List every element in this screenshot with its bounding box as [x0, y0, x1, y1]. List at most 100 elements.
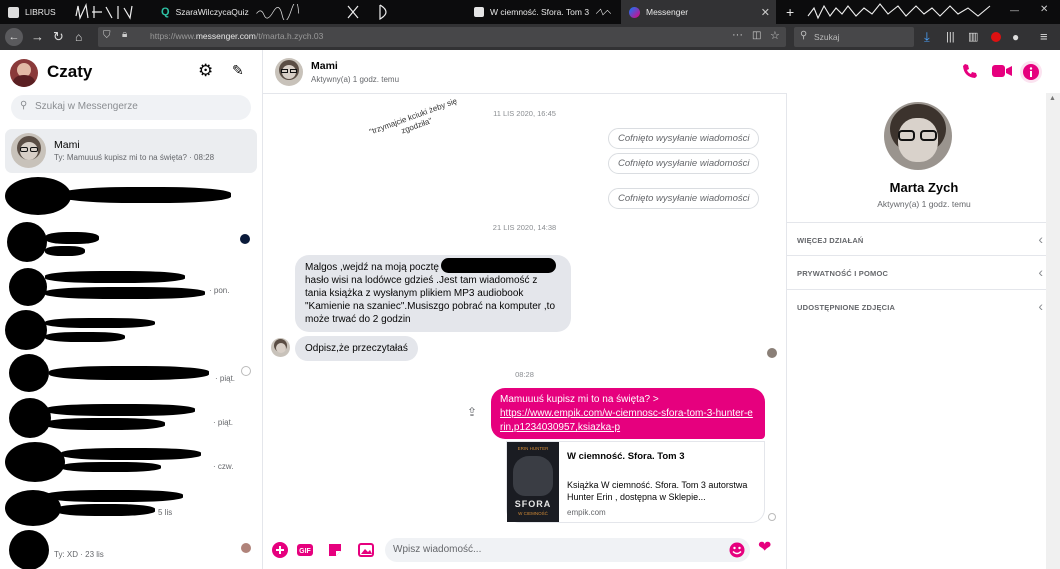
book-cover-image: ERIN HUNTER SFORA W CIEMNOŚĆ: [507, 442, 559, 522]
conversation-name: Mami: [54, 139, 80, 151]
tab-bar: LIBRUS Q SzaraWilczycaQuiz W ciemność. S…: [0, 0, 1060, 24]
svg-text:GIF: GIF: [299, 548, 311, 555]
messenger-favicon-icon: [629, 6, 640, 18]
share-icon[interactable]: ⇪: [467, 405, 477, 419]
conversation-item[interactable]: [5, 175, 257, 219]
library-icon[interactable]: |||: [946, 27, 955, 47]
lock-icon[interactable]: 🔒︎: [122, 29, 127, 40]
download-icon[interactable]: ⤓: [924, 27, 930, 47]
chevron-left-icon: ‹: [1038, 264, 1043, 280]
reload-button[interactable]: ↻: [53, 27, 64, 47]
incoming-message[interactable]: Odpisz,że przeczytałaś: [295, 336, 418, 361]
conversation-info-button[interactable]: [1020, 61, 1042, 83]
scribble-icon: [807, 3, 991, 20]
settings-gear-icon[interactable]: ⚙: [198, 61, 213, 81]
outgoing-message[interactable]: Mamuuuś kupisz mi to na święta? > https:…: [491, 388, 765, 439]
conversation-item[interactable]: · piąt.: [5, 352, 257, 396]
messenger-search-input[interactable]: ⚲ Szukaj w Messengerze: [11, 95, 251, 120]
conversation-item[interactable]: [5, 308, 257, 352]
url-bar[interactable]: ⛉ 🔒︎ https://www.messenger.com/t/marta.h…: [98, 27, 786, 47]
back-button[interactable]: ←: [5, 28, 23, 46]
chevron-left-icon: ‹: [1038, 298, 1043, 314]
page-actions-icon[interactable]: ···: [732, 29, 743, 41]
conversation-item[interactable]: Ty: XD · 23 lis: [5, 528, 257, 569]
contact-avatar: [11, 133, 46, 168]
conversation-item[interactable]: [5, 220, 257, 264]
tab-quiz[interactable]: Q SzaraWilczycaQuiz: [153, 0, 308, 24]
profile-avatar[interactable]: [884, 102, 952, 170]
phone-call-icon[interactable]: [962, 63, 978, 79]
conversation-item-mami[interactable]: Mami Ty: Mamuuuś kupisz mi to na święta?…: [5, 129, 257, 173]
link-preview-card[interactable]: ERIN HUNTER SFORA W CIEMNOŚĆ W ciemność.…: [506, 441, 765, 523]
scribble-icon: [255, 4, 299, 20]
new-message-icon[interactable]: ✎: [232, 62, 244, 79]
photo-icon[interactable]: [357, 541, 375, 559]
conversation-info-panel: Marta Zych Aktywny(a) 1 godz. temu WIĘCE…: [786, 93, 1060, 569]
bookmark-star-icon[interactable]: ☆: [770, 29, 780, 42]
unsent-message: Cofnięto wysyłanie wiadomości: [608, 153, 760, 174]
redaction-scribble: [441, 258, 556, 273]
sidebar-toggle-icon[interactable]: ▥: [968, 27, 978, 47]
contact-avatar[interactable]: [275, 58, 303, 86]
more-actions-section[interactable]: WIĘCEJ DZIAŁAŃ ‹: [787, 222, 1047, 255]
timestamp: 08:28: [515, 370, 534, 379]
conversation-item[interactable]: 5 lis: [5, 484, 257, 528]
tab-librus[interactable]: LIBRUS: [0, 0, 74, 24]
shared-photos-section[interactable]: UDOSTĘPNIONE ZDJĘCIA ‹: [787, 289, 1047, 322]
chevron-left-icon: ‹: [1038, 231, 1043, 247]
empik-favicon-icon: [474, 7, 484, 17]
add-more-icon[interactable]: [271, 541, 289, 559]
seen-avatar: [241, 543, 251, 553]
scribble-icon: [75, 2, 133, 21]
conversation-item[interactable]: · piąt.: [5, 396, 257, 440]
link-preview-description: Książka W ciemność. Sfora. Tom 3 autorst…: [567, 480, 748, 502]
menu-icon[interactable]: ≡: [1040, 27, 1048, 47]
tab-empik[interactable]: W ciemność. Sfora. Tom 3: [466, 0, 620, 24]
gif-icon[interactable]: GIF: [296, 541, 314, 559]
read-receipt-icon: [241, 366, 251, 376]
browser-search[interactable]: ⚲ Szukaj: [794, 27, 914, 47]
close-window-icon[interactable]: ✕: [1040, 4, 1048, 15]
emoji-icon[interactable]: [729, 542, 745, 558]
unread-dot: [240, 234, 250, 244]
conversation-item[interactable]: · pon.: [5, 265, 257, 309]
shield-icon[interactable]: ⛉: [103, 30, 111, 41]
chat-list-sidebar: Czaty ⚙ ✎ ⚲ Szukaj w Messengerze Mami Ty…: [0, 50, 263, 569]
user-avatar[interactable]: [10, 59, 38, 87]
sticker-icon[interactable]: [326, 541, 344, 559]
privacy-help-section[interactable]: PRYWATNOŚĆ I POMOC ‹: [787, 255, 1047, 288]
url-text[interactable]: https://www.messenger.com/t/marta.h.zych…: [150, 31, 323, 41]
video-call-icon[interactable]: [992, 64, 1012, 78]
conversation-pane: Mami Aktywny(a) 1 godz. temu 11 LIS 2020…: [263, 50, 786, 569]
message-input[interactable]: Wpisz wiadomość...: [385, 538, 750, 562]
info-icon: [1023, 64, 1039, 80]
new-tab-button[interactable]: +: [778, 0, 798, 24]
handwritten-annotation: "trzymajcie kciuki żeby się zgodziła": [368, 96, 459, 137]
link-preview-title: W ciemność. Sfora. Tom 3: [567, 451, 685, 462]
minimize-window-icon[interactable]: —: [1010, 5, 1019, 15]
close-tab-icon[interactable]: ✕: [761, 6, 770, 19]
librus-favicon-icon: [8, 6, 19, 18]
scrollbar[interactable]: ▲: [1046, 93, 1060, 569]
ublock-icon[interactable]: [991, 32, 1001, 42]
pocket-icon[interactable]: ◫: [752, 30, 761, 41]
forward-button[interactable]: →: [31, 27, 44, 47]
conversation-header: Mami Aktywny(a) 1 godz. temu: [263, 50, 786, 94]
scribble-icon: [347, 4, 387, 21]
message-link[interactable]: https://www.empik.com/w-ciemnosc-sfora-t…: [500, 408, 753, 433]
nav-bar: ← → ↻ ⌂ ⛉ 🔒︎ https://www.messenger.com/t…: [0, 24, 1060, 50]
tab-scribbled[interactable]: [64, 0, 152, 24]
account-icon[interactable]: ●: [1012, 27, 1019, 47]
profile-name: Marta Zych: [889, 180, 959, 195]
tab-scribbled-2[interactable]: [310, 0, 465, 24]
page-title: Czaty: [47, 62, 93, 81]
scroll-up-icon[interactable]: ▲: [1049, 95, 1056, 102]
tab-messenger[interactable]: Messenger ✕: [621, 0, 776, 24]
search-icon: ⚲: [800, 30, 808, 41]
home-button[interactable]: ⌂: [75, 27, 82, 47]
quick-reaction-heart-icon[interactable]: ❤: [758, 537, 771, 557]
contact-name: Mami: [311, 60, 338, 72]
quiz-favicon-icon: Q: [161, 6, 170, 18]
link-preview-domain: empik.com: [567, 508, 606, 517]
conversation-item[interactable]: · czw.: [5, 440, 257, 484]
